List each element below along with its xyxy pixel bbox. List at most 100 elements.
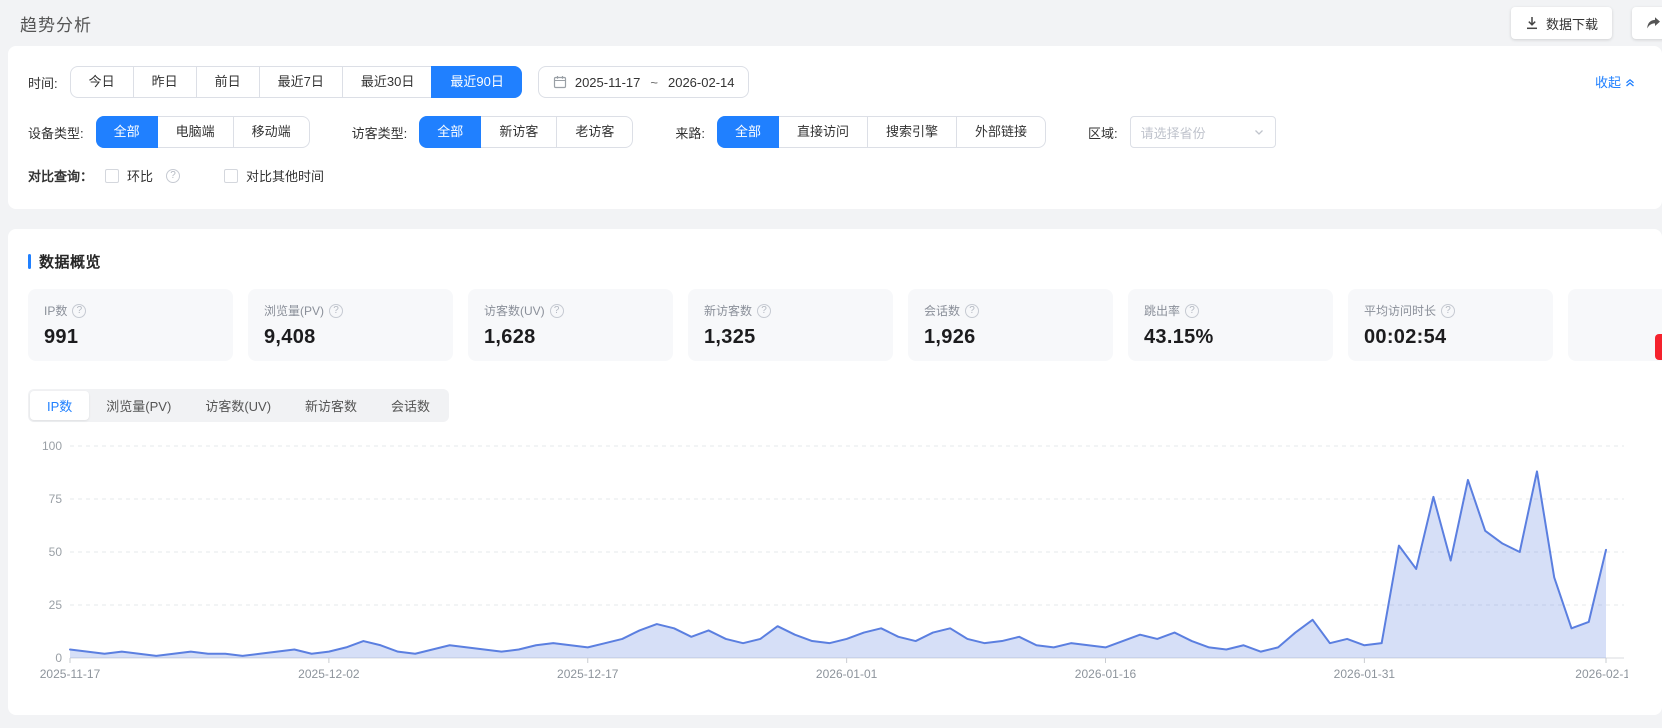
source-option-all[interactable]: 全部 xyxy=(717,116,779,148)
metric-card-sessions: 会话数 1,926 xyxy=(908,289,1113,361)
feedback-side-tab[interactable] xyxy=(1655,334,1662,360)
metric-value: 991 xyxy=(44,326,217,349)
time-filter-row: 时间: 今日 昨日 前日 最近7日 最近30日 最近90日 2025-11-17… xyxy=(28,66,1642,98)
device-option-all[interactable]: 全部 xyxy=(96,116,158,148)
metric-label: 平均访问时长 xyxy=(1364,302,1436,319)
source-option-direct[interactable]: 直接访问 xyxy=(778,117,867,147)
device-option-pc[interactable]: 电脑端 xyxy=(157,117,233,147)
svg-text:2025-12-02: 2025-12-02 xyxy=(298,667,360,681)
title-accent-bar xyxy=(28,254,31,269)
chevron-down-icon xyxy=(1253,126,1265,138)
collapse-label: 收起 xyxy=(1595,72,1621,91)
time-option-last-7d[interactable]: 最近7日 xyxy=(259,67,342,97)
help-icon[interactable] xyxy=(329,304,343,318)
device-type-group: 全部 电脑端 移动端 xyxy=(96,116,310,148)
metric-label: 浏览量(PV) xyxy=(264,302,324,319)
chart-metric-tabs: IP数 浏览量(PV) 访客数(UV) 新访客数 会话数 xyxy=(28,389,449,422)
download-data-button[interactable]: 数据下载 xyxy=(1511,7,1612,39)
svg-text:100: 100 xyxy=(42,439,62,453)
metric-value: 1,325 xyxy=(704,326,877,349)
region-select[interactable]: 请选择省份 xyxy=(1130,116,1276,148)
tab-uv[interactable]: 访客数(UV) xyxy=(188,391,288,420)
metric-label: 访客数(UV) xyxy=(484,302,545,319)
svg-text:2026-01-16: 2026-01-16 xyxy=(1075,667,1137,681)
visitor-option-new[interactable]: 新访客 xyxy=(480,117,556,147)
help-icon[interactable] xyxy=(72,304,86,318)
source-option-search-engine[interactable]: 搜索引擎 xyxy=(867,117,956,147)
segment-filter-row: 设备类型: 全部 电脑端 移动端 访客类型: 全部 新访客 老访客 来路: 全部… xyxy=(28,116,1642,148)
metric-card-avg-duration: 平均访问时长 00:02:54 xyxy=(1348,289,1553,361)
metric-card-bounce-rate: 跳出率 43.15% xyxy=(1128,289,1333,361)
trend-area-chart[interactable]: 02550751002025-11-172025-12-022025-12-17… xyxy=(28,434,1628,686)
help-icon[interactable] xyxy=(166,169,180,183)
help-icon[interactable] xyxy=(550,304,564,318)
metric-card-uv: 访客数(UV) 1,628 xyxy=(468,289,673,361)
device-type-label: 设备类型: xyxy=(28,123,84,142)
compare-other-time-checkbox[interactable] xyxy=(224,169,238,183)
data-overview-panel: 数据概览 IP数 991 浏览量(PV) 9,408 访客数(UV) 1,628… xyxy=(8,229,1662,715)
share-button[interactable]: 分享 xyxy=(1632,7,1662,39)
download-label: 数据下载 xyxy=(1546,14,1598,33)
metric-card-ip: IP数 991 xyxy=(28,289,233,361)
tab-ip[interactable]: IP数 xyxy=(30,391,89,420)
svg-text:2026-01-31: 2026-01-31 xyxy=(1334,667,1396,681)
metric-label: IP数 xyxy=(44,302,67,319)
date-range-picker[interactable]: 2025-11-17 ~ 2026-02-14 xyxy=(538,66,750,98)
help-icon[interactable] xyxy=(1441,304,1455,318)
source-group: 全部 直接访问 搜索引擎 外部链接 xyxy=(717,116,1046,148)
metric-value: 43.15% xyxy=(1144,326,1317,349)
time-option-today[interactable]: 今日 xyxy=(71,67,133,97)
date-start: 2025-11-17 xyxy=(575,75,641,90)
help-icon[interactable] xyxy=(757,304,771,318)
svg-text:25: 25 xyxy=(49,598,63,612)
metric-value: 9,408 xyxy=(264,326,437,349)
time-option-day-before[interactable]: 前日 xyxy=(196,67,259,97)
filter-panel: 收起 时间: 今日 昨日 前日 最近7日 最近30日 最近90日 2025-11… xyxy=(8,46,1662,209)
time-option-last-90d[interactable]: 最近90日 xyxy=(431,66,521,98)
trend-chart-container: 02550751002025-11-172025-12-022025-12-17… xyxy=(28,434,1642,691)
svg-text:2026-01-01: 2026-01-01 xyxy=(816,667,878,681)
top-bar-actions: 数据下载 分享 xyxy=(1511,7,1662,39)
visitor-type-label: 访客类型: xyxy=(352,123,408,142)
svg-text:0: 0 xyxy=(55,651,62,665)
collapse-chevron-icon xyxy=(1624,76,1636,88)
visitor-option-returning[interactable]: 老访客 xyxy=(556,117,632,147)
svg-text:50: 50 xyxy=(49,545,63,559)
metric-cards-row: IP数 991 浏览量(PV) 9,408 访客数(UV) 1,628 新访客数… xyxy=(28,289,1642,361)
visitor-option-all[interactable]: 全部 xyxy=(419,116,481,148)
help-icon[interactable] xyxy=(1185,304,1199,318)
svg-text:2025-12-17: 2025-12-17 xyxy=(557,667,619,681)
metric-value: 1,926 xyxy=(924,326,1097,349)
metric-label: 新访客数 xyxy=(704,302,752,319)
device-option-mobile[interactable]: 移动端 xyxy=(233,117,309,147)
tab-sessions[interactable]: 会话数 xyxy=(374,391,447,420)
calendar-icon xyxy=(553,75,567,89)
source-option-external-link[interactable]: 外部链接 xyxy=(956,117,1045,147)
time-range-group: 今日 昨日 前日 最近7日 最近30日 最近90日 xyxy=(70,66,522,98)
chain-ratio-checkbox[interactable] xyxy=(105,169,119,183)
page: 趋势分析 数据下载 分享 收起 时间: xyxy=(0,0,1662,728)
compare-other-time-item: 对比其他时间 xyxy=(224,166,324,185)
metric-card-partial xyxy=(1568,289,1662,361)
visitor-type-group: 全部 新访客 老访客 xyxy=(419,116,633,148)
chain-ratio-label: 环比 xyxy=(127,166,153,185)
svg-text:2026-02-14: 2026-02-14 xyxy=(1575,667,1628,681)
svg-text:2025-11-17: 2025-11-17 xyxy=(40,667,101,681)
top-bar: 趋势分析 数据下载 分享 xyxy=(0,0,1662,46)
help-icon[interactable] xyxy=(965,304,979,318)
date-end: 2026-02-14 xyxy=(668,75,735,90)
section-title-text: 数据概览 xyxy=(39,251,101,272)
tab-pv[interactable]: 浏览量(PV) xyxy=(89,391,188,420)
time-option-yesterday[interactable]: 昨日 xyxy=(133,67,196,97)
share-icon xyxy=(1646,16,1661,30)
compare-chain-item: 环比 xyxy=(105,166,180,185)
metric-value: 00:02:54 xyxy=(1364,326,1537,349)
date-separator: ~ xyxy=(650,75,658,90)
compare-filter-row: 对比查询： 环比 对比其他时间 xyxy=(28,166,1642,185)
time-filter-label: 时间: xyxy=(28,73,58,92)
region-placeholder: 请选择省份 xyxy=(1141,123,1206,142)
compare-other-time-label: 对比其他时间 xyxy=(246,166,324,185)
tab-new-visitors[interactable]: 新访客数 xyxy=(288,391,374,420)
time-option-last-30d[interactable]: 最近30日 xyxy=(342,67,432,97)
collapse-link[interactable]: 收起 xyxy=(1595,72,1636,91)
